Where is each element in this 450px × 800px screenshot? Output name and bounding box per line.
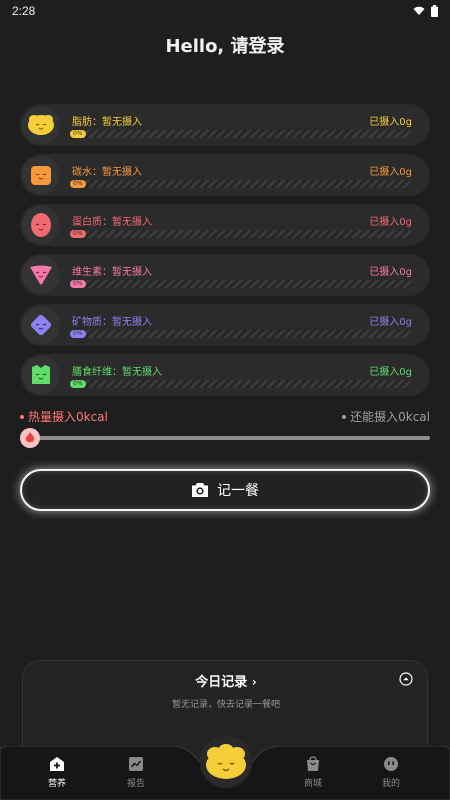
wifi-icon <box>413 6 425 15</box>
fiber-face-icon <box>22 356 60 394</box>
status-bar: 2:28 <box>0 0 450 22</box>
fat-face-icon <box>22 106 60 144</box>
protein-face-icon <box>22 206 60 244</box>
mascot-face-icon <box>206 744 246 779</box>
shop-bag-icon <box>307 756 319 771</box>
tab-shop[interactable]: 商城 <box>283 756 343 789</box>
remaining-dot-icon <box>342 414 347 419</box>
nutrient-progress-fiber <box>70 380 412 388</box>
nutrient-name-carb: 碳水：暂无摄入 <box>72 167 142 178</box>
nutrient-card-protein[interactable]: 蛋白质：暂无摄入 已摄入0g 0% <box>20 204 430 246</box>
nutrient-intake-carb: 已摄入0g <box>369 167 412 178</box>
calorie-progress-track <box>22 436 430 440</box>
status-icons <box>413 5 438 17</box>
profile-face-icon <box>384 757 398 771</box>
nutrient-progress-vitamin <box>70 280 412 288</box>
nutrient-progress-mineral <box>70 330 412 338</box>
nutrient-progress-protein <box>70 230 412 238</box>
nutrient-name-fat: 脂肪：暂无摄入 <box>72 117 142 128</box>
vitamin-face-icon <box>22 256 60 294</box>
nutrient-intake-vitamin: 已摄入0g <box>369 267 412 278</box>
center-mascot-button[interactable] <box>200 736 252 788</box>
nutrient-percent-vitamin: 0% <box>70 280 86 288</box>
nutrition-plus-icon <box>50 757 64 771</box>
nutrient-intake-protein: 已摄入0g <box>369 217 412 228</box>
nutrient-percent-mineral: 0% <box>70 330 86 338</box>
nutrient-percent-fiber: 0% <box>70 380 86 388</box>
tab-nutrition[interactable]: 营养 <box>27 756 87 789</box>
nutrient-progress-carb <box>70 180 412 188</box>
nutrient-card-fiber[interactable]: 膳食纤维：暂无摄入 已摄入0g 0% <box>20 354 430 396</box>
nutrient-card-vitamin[interactable]: 维生素：暂无摄入 已摄入0g 0% <box>20 254 430 296</box>
nutrient-card-carb[interactable]: 碳水：暂无摄入 已摄入0g 0% <box>20 154 430 196</box>
calorie-intake: 热量摄入0kcal <box>20 408 108 425</box>
report-chart-icon <box>129 757 143 771</box>
tab-nutrition-label: 营养 <box>47 779 66 789</box>
today-record-title-text: 今日记录 <box>195 675 248 690</box>
nutrient-name-protein: 蛋白质：暂无摄入 <box>72 217 152 228</box>
today-empty-text: 暂无记录，快去记录一餐吧 <box>171 700 280 710</box>
calorie-progress-thumb[interactable] <box>20 428 40 448</box>
tab-shop-label: 商城 <box>303 779 322 789</box>
carb-face-icon <box>22 156 60 194</box>
collapse-up-icon[interactable] <box>399 671 413 690</box>
nutrient-percent-fat: 0% <box>70 130 86 138</box>
nutrient-percent-carb: 0% <box>70 180 86 188</box>
battery-icon <box>431 5 438 17</box>
today-record-title[interactable]: 今日记录 › <box>23 671 429 690</box>
chevron-right-icon: › <box>251 675 257 689</box>
mineral-face-icon <box>22 306 60 344</box>
calorie-intake-label: 热量摄入0kcal <box>28 410 108 424</box>
record-meal-label: 记一餐 <box>217 483 259 499</box>
nutrient-card-mineral[interactable]: 矿物质：暂无摄入 已摄入0g 0% <box>20 304 430 346</box>
nutrient-intake-mineral: 已摄入0g <box>369 317 412 328</box>
tab-report[interactable]: 报告 <box>106 756 166 789</box>
nutrient-intake-fat: 已摄入0g <box>369 117 412 128</box>
nutrient-card-fat[interactable]: 脂肪：暂无摄入 已摄入0g 0% <box>20 104 430 146</box>
nutrient-list: 脂肪：暂无摄入 已摄入0g 0% 碳水：暂无摄入 已摄入0g 0% 蛋白质：暂无… <box>20 104 430 404</box>
record-meal-button[interactable]: 记一餐 <box>20 469 430 511</box>
tab-profile[interactable]: 我的 <box>361 756 421 789</box>
calorie-summary: 热量摄入0kcal 还能摄入0kcal <box>20 408 430 426</box>
status-time: 2:28 <box>12 4 36 18</box>
tab-profile-label: 我的 <box>381 779 400 789</box>
tab-report-label: 报告 <box>126 779 145 789</box>
nutrient-percent-protein: 0% <box>70 230 86 238</box>
calorie-remaining-label: 还能摄入0kcal <box>350 410 430 424</box>
flame-icon <box>25 432 35 443</box>
nutrient-name-mineral: 矿物质：暂无摄入 <box>72 317 152 328</box>
nutrient-progress-fat <box>70 130 412 138</box>
nutrient-name-vitamin: 维生素：暂无摄入 <box>72 267 152 278</box>
page-title[interactable]: Hello, 请登录 <box>0 32 450 58</box>
nutrient-intake-fiber: 已摄入0g <box>369 367 412 378</box>
nutrient-name-fiber: 膳食纤维：暂无摄入 <box>72 367 162 378</box>
intake-dot-icon <box>20 414 24 419</box>
calorie-remaining: 还能摄入0kcal <box>342 408 430 425</box>
camera-icon <box>192 483 208 497</box>
